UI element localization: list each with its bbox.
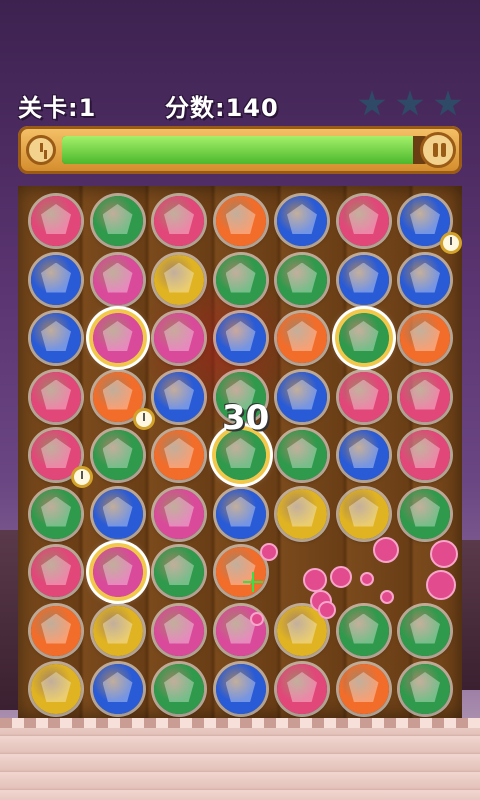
timer-bar bbox=[18, 126, 462, 174]
red-gem[interactable] bbox=[31, 371, 81, 422]
clock-icon bbox=[26, 135, 56, 165]
yellow-gem[interactable] bbox=[338, 488, 389, 539]
burst-particle bbox=[250, 612, 264, 626]
green-gem[interactable] bbox=[277, 430, 327, 480]
pink-gem[interactable] bbox=[154, 605, 204, 656]
yellow-gem[interactable] bbox=[154, 254, 204, 305]
orange-gem[interactable] bbox=[338, 664, 389, 714]
green-gem[interactable] bbox=[338, 313, 389, 363]
blue-gem[interactable] bbox=[400, 254, 450, 305]
pink-gem[interactable] bbox=[92, 254, 143, 305]
red-gem[interactable] bbox=[277, 664, 327, 714]
yellow-gem[interactable] bbox=[92, 605, 143, 656]
red-gem[interactable] bbox=[400, 430, 450, 480]
burst-particle bbox=[426, 570, 456, 600]
pink-gem[interactable] bbox=[92, 547, 143, 597]
red-gem[interactable] bbox=[31, 547, 81, 597]
green-gem[interactable] bbox=[154, 547, 204, 597]
blue-gem[interactable] bbox=[215, 313, 266, 363]
green-gem[interactable] bbox=[31, 488, 81, 539]
cursor-crosshair-icon bbox=[243, 572, 263, 592]
orange-gem[interactable] bbox=[154, 430, 204, 480]
green-gem[interactable] bbox=[277, 254, 327, 305]
green-gem[interactable] bbox=[400, 664, 450, 714]
score-label: 分数:140 bbox=[165, 94, 279, 122]
green-gem[interactable] bbox=[338, 605, 389, 656]
red-gem[interactable] bbox=[400, 371, 450, 422]
combo-score-popup: 30 bbox=[222, 398, 270, 438]
gem-board bbox=[18, 186, 462, 718]
burst-particle bbox=[260, 543, 278, 561]
blue-gem[interactable] bbox=[338, 254, 389, 305]
blue-gem[interactable] bbox=[215, 664, 266, 714]
star-icon bbox=[358, 90, 386, 116]
star-icon bbox=[434, 90, 462, 116]
red-gem[interactable] bbox=[31, 430, 93, 488]
red-gem[interactable] bbox=[338, 196, 389, 246]
burst-particle bbox=[360, 572, 374, 586]
burst-particle bbox=[380, 590, 394, 604]
yellow-gem[interactable] bbox=[31, 664, 81, 714]
red-gem[interactable] bbox=[154, 196, 204, 246]
blue-gem[interactable] bbox=[31, 254, 81, 305]
blue-gem[interactable] bbox=[338, 430, 389, 480]
pink-gem[interactable] bbox=[154, 488, 204, 539]
green-gem[interactable] bbox=[154, 664, 204, 714]
green-gem[interactable] bbox=[92, 430, 143, 480]
blue-gem[interactable] bbox=[215, 488, 266, 539]
star-rating bbox=[358, 90, 462, 118]
green-gem[interactable] bbox=[215, 254, 266, 305]
green-gem[interactable] bbox=[400, 488, 450, 539]
blue-gem[interactable] bbox=[92, 488, 143, 539]
green-gem[interactable] bbox=[92, 196, 143, 246]
pink-gem[interactable] bbox=[92, 313, 143, 363]
orange-gem[interactable] bbox=[92, 371, 155, 430]
clock-bonus-icon bbox=[71, 466, 93, 488]
blue-gem[interactable] bbox=[154, 371, 204, 422]
pink-gem[interactable] bbox=[154, 313, 204, 363]
blue-gem[interactable] bbox=[277, 371, 327, 422]
burst-particle bbox=[318, 601, 336, 619]
orange-gem[interactable] bbox=[31, 605, 81, 656]
clock-bonus-icon bbox=[440, 232, 462, 254]
orange-gem[interactable] bbox=[400, 313, 450, 363]
burst-particle bbox=[430, 540, 458, 568]
timer-track bbox=[62, 136, 428, 164]
level-label: 关卡:1 bbox=[18, 94, 97, 122]
blue-gem[interactable] bbox=[92, 664, 143, 714]
burst-particle bbox=[373, 537, 399, 563]
blue-gem[interactable] bbox=[277, 196, 327, 246]
yellow-gem[interactable] bbox=[277, 488, 327, 539]
burst-particle bbox=[330, 566, 352, 588]
pause-button[interactable] bbox=[420, 132, 456, 168]
burst-particle bbox=[303, 568, 327, 592]
blue-gem[interactable] bbox=[400, 196, 462, 254]
star-icon bbox=[396, 90, 424, 116]
green-gem[interactable] bbox=[400, 605, 450, 656]
red-gem[interactable] bbox=[31, 196, 81, 246]
orange-gem[interactable] bbox=[277, 313, 327, 363]
clock-bonus-icon bbox=[132, 407, 155, 430]
ground-tiles bbox=[0, 718, 480, 800]
timer-fill bbox=[62, 136, 414, 164]
red-gem[interactable] bbox=[338, 371, 389, 422]
blue-gem[interactable] bbox=[31, 313, 81, 363]
orange-gem[interactable] bbox=[215, 196, 266, 246]
